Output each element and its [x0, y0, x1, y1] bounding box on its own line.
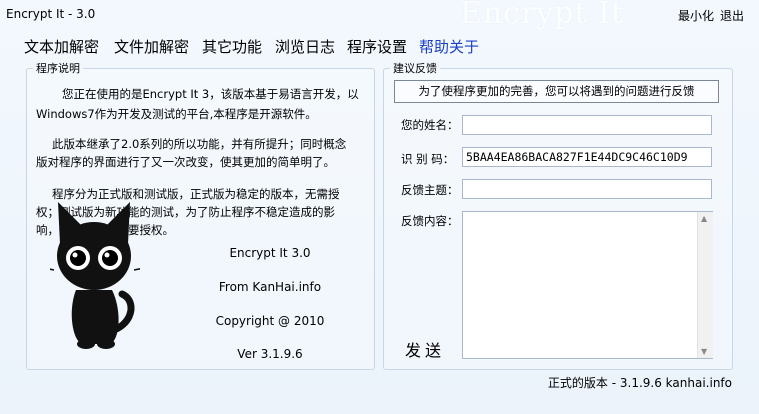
menu-view-log[interactable]: 浏览日志 — [275, 36, 335, 57]
send-button[interactable]: 发送 — [405, 337, 445, 361]
footer-status: 正式的版本 - 3.1.9.6 kanhai.info — [547, 376, 732, 390]
about-para-1-line-1: 您正在使用的是Encrypt It 3，该版本基于易语言开发，以 — [62, 87, 359, 101]
content-textarea[interactable] — [462, 211, 713, 359]
minimize-button[interactable]: 最小化 — [678, 7, 714, 24]
about-para-1-line-2: Windows7作为开发及测试的平台,本程序是开源软件。 — [36, 107, 317, 121]
watermark-logo: Encrypt It — [460, 0, 625, 31]
product-name: Encrypt It 3.0 — [229, 246, 311, 260]
window-title: Encrypt It - 3.0 — [6, 7, 96, 21]
menu-text-encrypt[interactable]: 文本加解密 — [24, 36, 99, 57]
product-version: Ver 3.1.9.6 — [237, 347, 303, 361]
feedback-notice: 为了使程序更加的完善，您可以将遇到的问题进行反馈 — [394, 80, 719, 103]
app-window: Encrypt It - 3.0 Encrypt It 最小化 退出 文本加解密… — [0, 0, 759, 414]
menu-help-about[interactable]: 帮助关于 — [419, 36, 479, 57]
title-bar: Encrypt It - 3.0 Encrypt It 最小化 退出 — [0, 0, 759, 31]
id-code-field[interactable] — [462, 147, 712, 167]
subject-input[interactable] — [462, 179, 712, 199]
product-from: From KanHai.info — [218, 280, 322, 294]
name-input[interactable] — [462, 115, 712, 135]
name-label: 您的姓名： — [401, 118, 459, 132]
menu-settings[interactable]: 程序设置 — [347, 36, 407, 57]
id-code-label: 识 别 码： — [401, 152, 455, 166]
menu-file-encrypt[interactable]: 文件加解密 — [114, 36, 189, 57]
content-scrollbar[interactable]: ▲ ▼ — [697, 212, 713, 358]
product-copyright: Copyright @ 2010 — [215, 314, 325, 328]
subject-label: 反馈主题： — [401, 183, 459, 197]
about-para-2-line-2: 版对程序的界面进行了又一次改变，使其更加的简单明了。 — [36, 155, 335, 169]
scroll-down-arrow-icon[interactable]: ▼ — [701, 347, 707, 356]
about-para-2-line-1: 此版本继承了2.0系列的所以功能，并有所提升；同时概念 — [52, 137, 347, 151]
about-group-title: 程序说明 — [36, 62, 80, 75]
scroll-up-arrow-icon[interactable]: ▲ — [701, 214, 707, 223]
black-cat-mascot-icon — [50, 202, 140, 349]
menu-other-functions[interactable]: 其它功能 — [202, 36, 262, 57]
content-label: 反馈内容： — [401, 214, 459, 228]
exit-button[interactable]: 退出 — [720, 7, 744, 24]
feedback-group-title: 建议反馈 — [393, 62, 437, 75]
